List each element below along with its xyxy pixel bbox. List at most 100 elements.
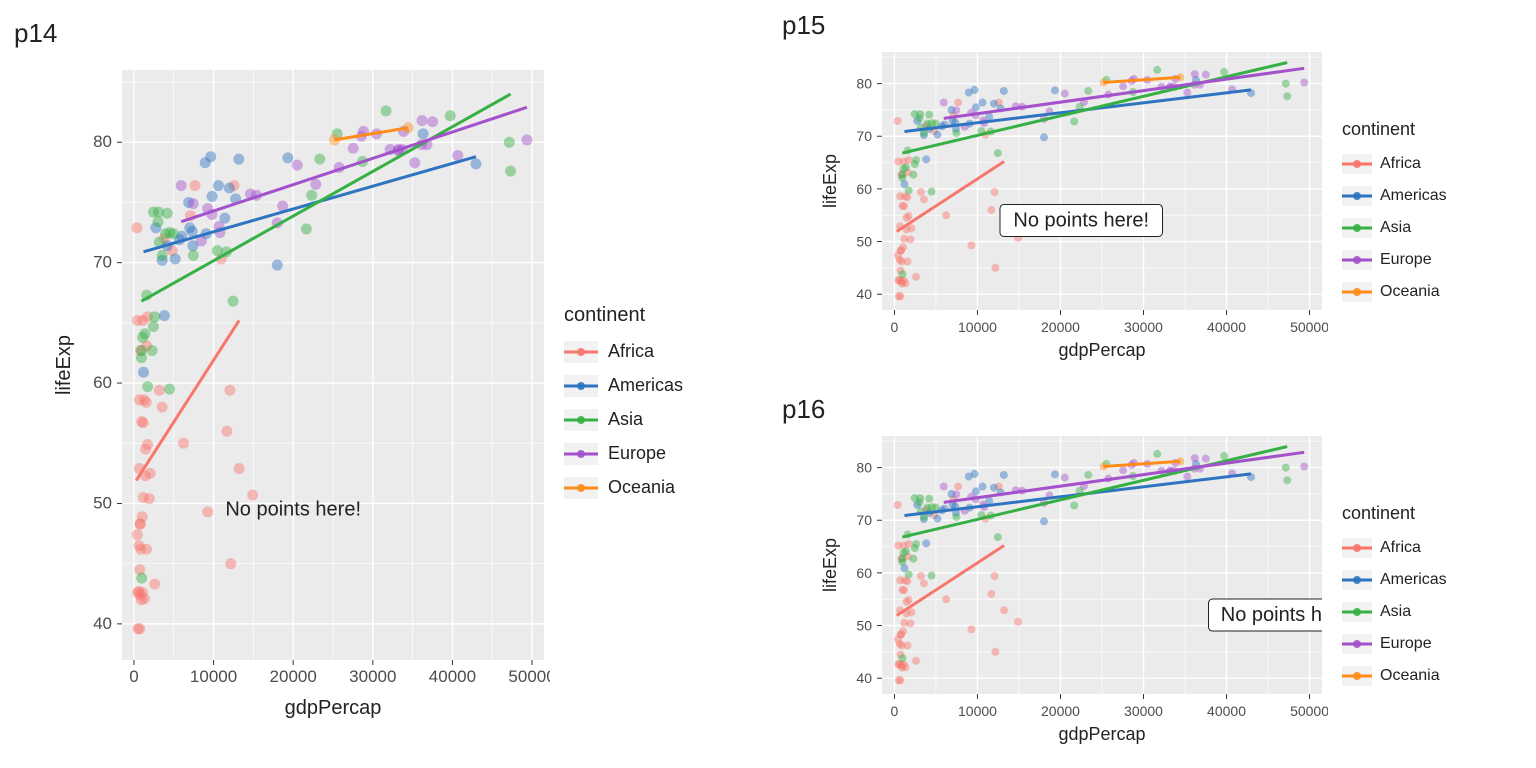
panel-title-p14: p14 (14, 18, 57, 49)
panel-p15: p15 No points here! 0 10000 20000 30000 40000… (768, 0, 1536, 384)
legend-label: Europe (608, 443, 666, 464)
legend-key-icon (1342, 634, 1372, 654)
svg-text:10000: 10000 (190, 667, 237, 686)
svg-text:gdpPercap: gdpPercap (1058, 340, 1145, 360)
legend-key-icon (1342, 250, 1372, 270)
legend-key-icon (1342, 570, 1372, 590)
legend-label: Americas (1380, 187, 1447, 205)
svg-text:No points here!: No points here! (225, 499, 361, 521)
svg-text:50000: 50000 (508, 667, 550, 686)
plot-svg-p15: No points here! 0 10000 20000 30000 40000 5000… (818, 46, 1328, 366)
svg-text:50000: 50000 (1290, 703, 1328, 719)
legend-label: Americas (608, 375, 683, 396)
panel-p14: p14 No points here! 0 10000 20000 30000 40000… (0, 0, 768, 768)
svg-text:50: 50 (856, 234, 872, 250)
svg-text:50: 50 (93, 493, 112, 512)
svg-text:0: 0 (129, 667, 138, 686)
legend-item-europe: Europe (564, 443, 683, 465)
svg-text:30000: 30000 (349, 667, 396, 686)
legend-item-oceania: Oceania (1342, 666, 1447, 686)
legend-item-americas: Americas (564, 375, 683, 397)
legend-key-icon (564, 443, 598, 465)
svg-text:gdpPercap: gdpPercap (285, 697, 382, 719)
svg-text:40: 40 (856, 670, 872, 686)
legend-label: Asia (608, 409, 643, 430)
legend-item-asia: Asia (1342, 218, 1447, 238)
legend-key-icon (1342, 666, 1372, 686)
legend-item-africa: Africa (564, 341, 683, 363)
svg-text:0: 0 (891, 319, 899, 335)
legend-p15: continent Africa Americas Asia Europe Oceania (1328, 46, 1447, 374)
legend-key-icon (1342, 602, 1372, 622)
svg-text:lifeExp: lifeExp (53, 335, 75, 395)
panel-p16: p16 No points her 0 10000 20000 30000 40000 50… (768, 384, 1536, 768)
plot-p15: No points here! 0 10000 20000 30000 40000 5000… (818, 46, 1328, 374)
svg-text:No points her: No points her (1221, 604, 1328, 626)
svg-text:40: 40 (856, 286, 872, 302)
legend-key-icon (1342, 186, 1372, 206)
legend-key-icon (1342, 538, 1372, 558)
svg-text:40000: 40000 (1207, 703, 1246, 719)
svg-text:50000: 50000 (1290, 319, 1328, 335)
svg-text:30000: 30000 (1124, 319, 1163, 335)
page: p14 No points here! 0 10000 20000 30000 40000… (0, 0, 1536, 768)
svg-text:80: 80 (856, 460, 872, 476)
legend-item-asia: Asia (564, 409, 683, 431)
svg-text:10000: 10000 (958, 703, 997, 719)
svg-text:70: 70 (856, 128, 872, 144)
svg-text:10000: 10000 (958, 319, 997, 335)
legend-key-icon (564, 409, 598, 431)
legend-item-americas: Americas (1342, 186, 1447, 206)
legend-label: Africa (608, 341, 654, 362)
legend-title: continent (564, 304, 683, 327)
svg-text:0: 0 (891, 703, 899, 719)
legend-p14: continent Africa Americas Asia Europe Oceania (550, 64, 683, 738)
plot-svg-p16: No points her 0 10000 20000 30000 40000 50000 4… (818, 430, 1328, 750)
svg-text:20000: 20000 (1041, 703, 1080, 719)
legend-title: continent (1342, 119, 1447, 140)
legend-item-americas: Americas (1342, 570, 1447, 590)
legend-label: Europe (1380, 251, 1432, 269)
plot-p16: No points her 0 10000 20000 30000 40000 50000 4… (818, 430, 1328, 758)
panel-title-p15: p15 (782, 10, 825, 41)
legend-key-icon (1342, 154, 1372, 174)
svg-text:lifeExp: lifeExp (820, 154, 840, 208)
svg-text:70: 70 (93, 253, 112, 272)
legend-key-icon (564, 477, 598, 499)
legend-label: Asia (1380, 603, 1411, 621)
legend-item-asia: Asia (1342, 602, 1447, 622)
legend-item-oceania: Oceania (1342, 282, 1447, 302)
panel-title-p16: p16 (782, 394, 825, 425)
legend-label: Oceania (608, 477, 675, 498)
svg-text:No points here!: No points here! (1013, 209, 1149, 231)
svg-text:40000: 40000 (429, 667, 476, 686)
legend-label: Americas (1380, 571, 1447, 589)
legend-key-icon (564, 341, 598, 363)
legend-label: Africa (1380, 155, 1421, 173)
legend-label: Oceania (1380, 667, 1440, 685)
legend-key-icon (1342, 218, 1372, 238)
svg-text:40000: 40000 (1207, 319, 1246, 335)
legend-item-africa: Africa (1342, 538, 1447, 558)
legend-label: Africa (1380, 539, 1421, 557)
svg-text:20000: 20000 (1041, 319, 1080, 335)
legend-item-africa: Africa (1342, 154, 1447, 174)
plot-p14: No points here! 0 10000 20000 30000 40000 5000… (50, 64, 550, 738)
legend-label: Oceania (1380, 283, 1440, 301)
legend-title: continent (1342, 503, 1447, 524)
legend-key-icon (1342, 282, 1372, 302)
svg-text:gdpPercap: gdpPercap (1058, 724, 1145, 744)
legend-key-icon (564, 375, 598, 397)
svg-text:80: 80 (93, 132, 112, 151)
svg-text:20000: 20000 (270, 667, 317, 686)
plot-svg-p14: No points here! 0 10000 20000 30000 40000 5000… (50, 64, 550, 724)
legend-label: Asia (1380, 219, 1411, 237)
legend-p16: continentAfricaAmericasAsiaEuropeOceania (1328, 430, 1447, 758)
svg-text:50: 50 (856, 618, 872, 634)
svg-text:30000: 30000 (1124, 703, 1163, 719)
svg-text:60: 60 (856, 565, 872, 581)
svg-text:70: 70 (856, 512, 872, 528)
legend-item-oceania: Oceania (564, 477, 683, 499)
svg-text:60: 60 (856, 181, 872, 197)
svg-text:60: 60 (93, 373, 112, 392)
